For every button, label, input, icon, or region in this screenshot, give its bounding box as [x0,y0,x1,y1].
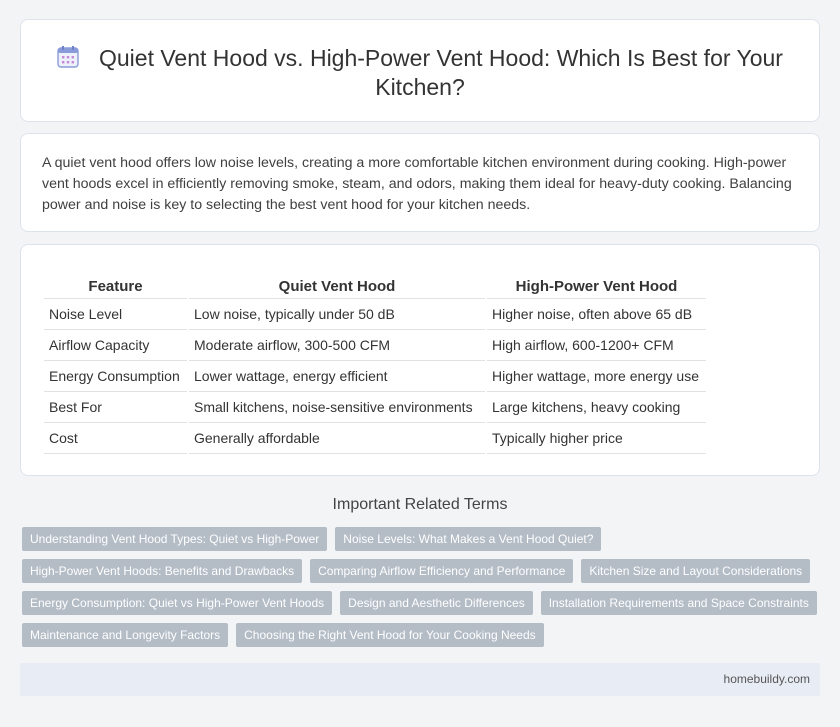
table-cell: Low noise, typically under 50 dB [189,299,485,330]
related-term-tag[interactable]: Energy Consumption: Quiet vs High-Power … [22,591,333,615]
table-row: Best For Small kitchens, noise-sensitive… [44,392,706,423]
table-cell: High airflow, 600-1200+ CFM [487,330,706,361]
related-term-tag[interactable]: Kitchen Size and Layout Considerations [581,559,811,583]
table-row: Cost Generally affordable Typically high… [44,423,706,454]
table-row: Noise Level Low noise, typically under 5… [44,299,706,330]
related-term-tag[interactable]: Design and Aesthetic Differences [340,591,533,615]
related-terms-heading: Important Related Terms [332,496,508,513]
page-title: Quiet Vent Hood vs. High-Power Vent Hood… [99,45,783,100]
related-term-tag[interactable]: Choosing the Right Vent Hood for Your Co… [236,623,544,647]
page-title-wrap: Quiet Vent Hood vs. High-Power Vent Hood… [21,44,819,102]
table-cell: Airflow Capacity [44,330,187,361]
table-cell: Moderate airflow, 300-500 CFM [189,330,485,361]
comparison-table: Feature Quiet Vent Hood High-Power Vent … [42,275,708,454]
column-header-high-power: High-Power Vent Hood [487,275,706,299]
intro-card: A quiet vent hood offers low noise level… [20,133,820,232]
table-cell: Lower wattage, energy efficient [189,361,485,392]
table-cell: Noise Level [44,299,187,330]
comparison-card: Feature Quiet Vent Hood High-Power Vent … [20,244,820,476]
intro-paragraph: A quiet vent hood offers low noise level… [42,155,792,213]
related-term-tag[interactable]: Installation Requirements and Space Cons… [540,591,817,615]
calendar-icon [57,46,79,68]
table-cell: Large kitchens, heavy cooking [487,392,706,423]
title-card: Quiet Vent Hood vs. High-Power Vent Hood… [20,19,820,122]
table-row: Airflow Capacity Moderate airflow, 300-5… [44,330,706,361]
table-cell: Typically higher price [487,423,706,454]
table-cell: Higher wattage, more energy use [487,361,706,392]
related-term-tag[interactable]: Maintenance and Longevity Factors [22,623,229,647]
table-cell: Best For [44,392,187,423]
footer-site-link[interactable]: homebuildy.com [724,672,810,686]
related-term-tag[interactable]: Noise Levels: What Makes a Vent Hood Qui… [335,527,602,551]
related-term-tag[interactable]: Comparing Airflow Efficiency and Perform… [310,559,574,583]
column-header-quiet: Quiet Vent Hood [189,275,485,299]
table-cell: Small kitchens, noise-sensitive environm… [189,392,485,423]
table-cell: Generally affordable [189,423,485,454]
column-header-feature: Feature [44,275,187,299]
footer: homebuildy.com [20,663,820,696]
table-cell: Cost [44,423,187,454]
table-header-row: Feature Quiet Vent Hood High-Power Vent … [44,275,706,299]
related-term-tag[interactable]: High-Power Vent Hoods: Benefits and Draw… [22,559,303,583]
table-row: Energy Consumption Lower wattage, energy… [44,361,706,392]
table-cell: Energy Consumption [44,361,187,392]
related-terms-list: Understanding Vent Hood Types: Quiet vs … [22,527,822,647]
related-term-tag[interactable]: Understanding Vent Hood Types: Quiet vs … [22,527,328,551]
table-cell: Higher noise, often above 65 dB [487,299,706,330]
